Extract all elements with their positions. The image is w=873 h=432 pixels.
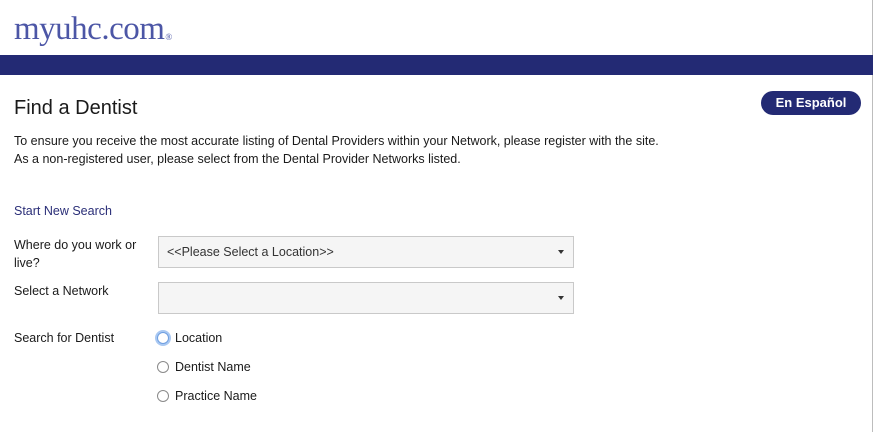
location-select[interactable]: <<Please Select a Location>> <box>158 236 574 268</box>
start-new-search-link[interactable]: Start New Search <box>14 204 112 218</box>
dentist-name-radio[interactable] <box>157 361 169 373</box>
search-for-label: Search for Dentist <box>14 331 115 345</box>
header-banner <box>0 55 873 75</box>
chevron-down-icon <box>558 250 564 254</box>
network-label: Select a Network <box>14 284 109 298</box>
location-radio[interactable] <box>157 332 169 344</box>
radio-option-dentist-name[interactable]: Dentist Name <box>157 358 251 376</box>
espanol-button[interactable]: En Español <box>761 91 861 115</box>
intro-line-non-registered: As a non-registered user, please select … <box>14 152 461 166</box>
radio-label-dentist-name: Dentist Name <box>175 360 251 374</box>
page-title: Find a Dentist <box>14 97 138 119</box>
intro-line-register: To ensure you receive the most accurate … <box>14 134 659 148</box>
intro-text: To ensure you receive the most accurate … <box>14 132 659 168</box>
myuhc-logo[interactable]: myuhc.com® <box>14 10 172 48</box>
radio-label-practice-name: Practice Name <box>175 389 257 403</box>
page-frame: myuhc.com® Find a Dentist En Español To … <box>0 0 873 432</box>
location-label: Where do you work or live? <box>14 238 137 270</box>
location-select-value: <<Please Select a Location>> <box>167 245 334 259</box>
radio-option-practice-name[interactable]: Practice Name <box>157 387 257 405</box>
chevron-down-icon <box>558 296 564 300</box>
practice-name-radio[interactable] <box>157 390 169 402</box>
logo-text: myuhc.com <box>14 11 165 47</box>
radio-label-location: Location <box>175 331 223 345</box>
registered-mark: ® <box>165 32 172 42</box>
radio-option-location[interactable]: Location <box>157 329 222 347</box>
network-select[interactable] <box>158 282 574 314</box>
